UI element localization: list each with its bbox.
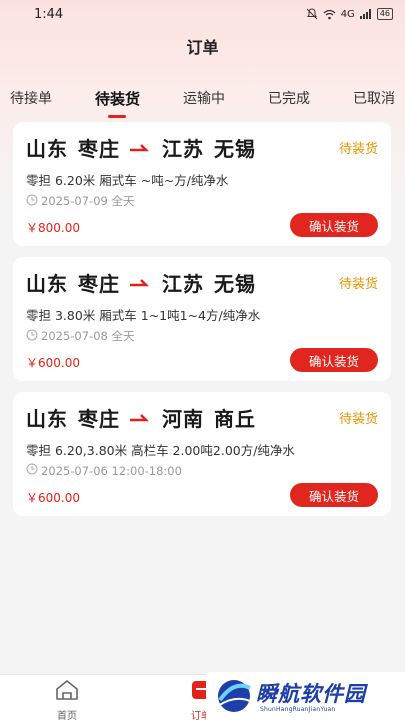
order-date: 2025-07-08 全天 bbox=[41, 329, 135, 343]
dest-province: 河南 bbox=[162, 406, 204, 431]
origin-province: 山东 bbox=[26, 406, 68, 431]
dest-city: 商丘 bbox=[214, 406, 256, 431]
tab-cancelled[interactable]: 已取消 bbox=[353, 88, 395, 114]
dest-city: 无锡 bbox=[214, 136, 256, 161]
order-date-row: 2025-07-08 全天 bbox=[26, 328, 135, 344]
order-detail: 零担 6.20米 厢式车 ~吨~方/纯净水 bbox=[26, 173, 229, 188]
signal-icon bbox=[359, 9, 372, 19]
route-arrow-icon bbox=[130, 270, 152, 294]
nav-home-label: 首页 bbox=[57, 711, 77, 720]
watermark-subtitle: ShunHangRuanJianYuan bbox=[260, 706, 336, 713]
route: 山东 枣庄 江苏 无锡 bbox=[26, 132, 256, 162]
route-arrow-icon bbox=[130, 135, 152, 159]
dest-province: 江苏 bbox=[162, 271, 204, 296]
order-price: ￥600.00 bbox=[26, 491, 80, 505]
order-card[interactable]: 山东 枣庄 江苏 无锡 待装货 零担 6.20米 厢式车 ~吨~方/纯净水 20… bbox=[13, 122, 391, 246]
watermark-logo: 瞬航软件园 ShunHangRuanJianYuan bbox=[206, 672, 405, 720]
order-status: 待装货 bbox=[338, 142, 378, 157]
network-label: 4G bbox=[340, 8, 355, 20]
status-time: 1:44 bbox=[34, 6, 64, 22]
mute-icon bbox=[306, 8, 318, 20]
origin-city: 枣庄 bbox=[78, 136, 120, 161]
home-icon bbox=[54, 679, 80, 705]
order-detail: 零担 3.80米 厢式车 1~1吨1~4方/纯净水 bbox=[26, 308, 261, 323]
order-date-row: 2025-07-06 12:00-18:00 bbox=[26, 463, 182, 478]
clock-icon bbox=[26, 194, 38, 209]
origin-province: 山东 bbox=[26, 271, 68, 296]
origin-province: 山东 bbox=[26, 136, 68, 161]
order-date: 2025-07-09 全天 bbox=[41, 194, 135, 208]
order-date-row: 2025-07-09 全天 bbox=[26, 193, 135, 209]
route: 山东 枣庄 河南 商丘 bbox=[26, 402, 256, 432]
tab-pending-accept[interactable]: 待接单 bbox=[10, 88, 52, 114]
status-icons: 4G 46 bbox=[306, 8, 393, 20]
nav-home[interactable]: 首页 bbox=[54, 679, 80, 720]
tab-in-transit[interactable]: 运输中 bbox=[183, 88, 225, 114]
battery-icon: 46 bbox=[376, 8, 393, 20]
wifi-icon bbox=[323, 9, 336, 20]
order-date: 2025-07-06 12:00-18:00 bbox=[41, 463, 182, 478]
order-status: 待装货 bbox=[338, 277, 378, 292]
watermark-title: 瞬航软件园 bbox=[256, 682, 366, 706]
order-tabs: 待接单 待装货 运输中 已完成 已取消 bbox=[0, 88, 405, 118]
origin-city: 枣庄 bbox=[78, 406, 120, 431]
route-arrow-icon bbox=[130, 405, 152, 429]
origin-city: 枣庄 bbox=[78, 271, 120, 296]
clock-icon bbox=[26, 463, 38, 478]
order-card[interactable]: 山东 枣庄 河南 商丘 待装货 零担 6.20,3.80米 高栏车 2.00吨2… bbox=[13, 392, 391, 516]
page-title: 订单 bbox=[186, 38, 219, 57]
dest-province: 江苏 bbox=[162, 136, 204, 161]
tab-completed[interactable]: 已完成 bbox=[268, 88, 310, 114]
watermark-emblem-icon bbox=[214, 676, 254, 720]
order-card[interactable]: 山东 枣庄 江苏 无锡 待装货 零担 3.80米 厢式车 1~1吨1~4方/纯净… bbox=[13, 257, 391, 381]
status-bar: 1:44 4G 46 bbox=[0, 0, 405, 28]
confirm-loading-button[interactable]: 确认装货 bbox=[290, 483, 378, 507]
clock-icon bbox=[26, 329, 38, 344]
confirm-loading-button[interactable]: 确认装货 bbox=[290, 348, 378, 372]
confirm-loading-button[interactable]: 确认装货 bbox=[290, 213, 378, 237]
order-price: ￥800.00 bbox=[26, 221, 80, 235]
route: 山东 枣庄 江苏 无锡 bbox=[26, 267, 256, 297]
order-detail: 零担 6.20,3.80米 高栏车 2.00吨2.00方/纯净水 bbox=[26, 443, 295, 458]
dest-city: 无锡 bbox=[214, 271, 256, 296]
order-status: 待装货 bbox=[338, 412, 378, 427]
order-price: ￥600.00 bbox=[26, 356, 80, 370]
tab-pending-load[interactable]: 待装货 bbox=[95, 88, 140, 118]
